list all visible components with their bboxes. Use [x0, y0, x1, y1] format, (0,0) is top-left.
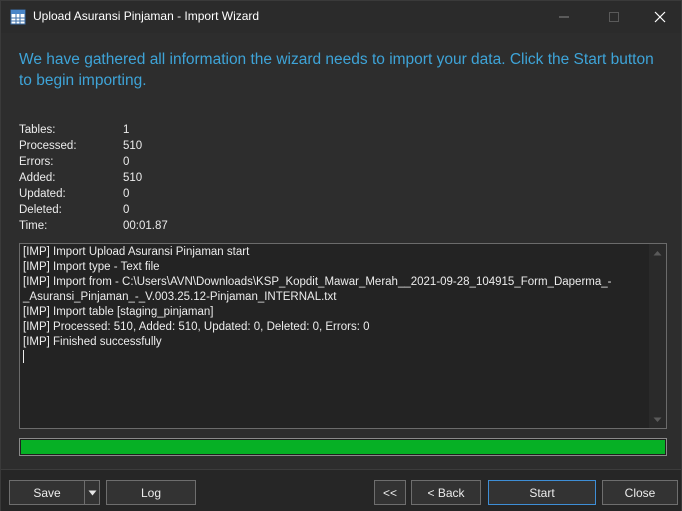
log-scrollbar[interactable] — [649, 244, 666, 428]
stat-errors: Errors: 0 — [19, 154, 319, 170]
stat-value: 0 — [123, 204, 130, 216]
text-caret-line — [23, 350, 648, 365]
log-line: [IMP] Import table [staging_pinjaman] — [23, 306, 214, 318]
stat-updated: Updated: 0 — [19, 186, 319, 202]
close-window-button[interactable] — [637, 1, 682, 33]
minimize-icon — [559, 16, 569, 18]
button-bar: Save Log << < Back Start Close — [1, 469, 681, 511]
save-dropdown-button[interactable] — [84, 480, 100, 505]
maximize-icon — [609, 12, 619, 22]
text-caret — [23, 350, 24, 364]
stat-value: 510 — [123, 172, 143, 184]
chevron-down-icon — [88, 490, 96, 495]
stat-time: Time: 00:01.87 — [19, 218, 319, 234]
stat-label: Tables: — [19, 124, 56, 136]
stat-processed: Processed: 510 — [19, 138, 319, 154]
stat-label: Updated: — [19, 188, 66, 200]
import-stats: Tables: 1 Processed: 510 Errors: 0 Added… — [19, 122, 319, 234]
close-icon — [654, 11, 666, 23]
log-button[interactable]: Log — [106, 480, 196, 505]
stat-label: Time: — [19, 220, 48, 232]
stat-label: Added: — [19, 172, 56, 184]
scroll-down-button[interactable] — [649, 411, 666, 428]
title-bar[interactable]: Upload Asuransi Pinjaman - Import Wizard — [1, 1, 681, 33]
back-button[interactable]: < Back — [411, 480, 481, 505]
chevron-down-icon — [653, 417, 662, 422]
stat-deleted: Deleted: 0 — [19, 202, 319, 218]
stat-value: 0 — [123, 188, 130, 200]
stat-value: 1 — [123, 124, 130, 136]
stat-value: 510 — [123, 140, 143, 152]
log-textarea[interactable]: [IMP] Import Upload Asuransi Pinjaman st… — [19, 243, 667, 429]
log-content: [IMP] Import Upload Asuransi Pinjaman st… — [23, 245, 648, 365]
log-line: [IMP] Import Upload Asuransi Pinjaman st… — [23, 246, 250, 258]
scroll-up-button[interactable] — [649, 244, 666, 261]
log-line: _Asuransi_Pinjaman_-_V.003.25.12-Pinjama… — [23, 291, 337, 303]
maximize-button[interactable] — [591, 1, 637, 33]
table-import-icon — [10, 9, 26, 25]
log-line: [IMP] Finished successfully — [23, 336, 162, 348]
stat-value: 00:01.87 — [123, 220, 168, 232]
first-page-button[interactable]: << — [374, 480, 406, 505]
stat-value: 0 — [123, 156, 130, 168]
window-title: Upload Asuransi Pinjaman - Import Wizard — [33, 9, 260, 23]
stat-label: Processed: — [19, 140, 77, 152]
stat-label: Deleted: — [19, 204, 62, 216]
log-line: [IMP] Import type - Text file — [23, 261, 160, 273]
wizard-instruction: We have gathered all information the wiz… — [19, 51, 654, 89]
close-button[interactable]: Close — [602, 480, 678, 505]
import-wizard-window: Upload Asuransi Pinjaman - Import Wizard… — [0, 0, 682, 511]
log-line: [IMP] Import from - C:\Users\AVN\Downloa… — [23, 276, 612, 288]
stat-tables: Tables: 1 — [19, 122, 319, 138]
log-line: [IMP] Processed: 510, Added: 510, Update… — [23, 321, 370, 333]
import-progress-bar — [19, 438, 667, 456]
progress-fill — [21, 440, 665, 454]
stat-added: Added: 510 — [19, 170, 319, 186]
stat-label: Errors: — [19, 156, 54, 168]
save-button[interactable]: Save — [9, 480, 85, 505]
minimize-button[interactable] — [541, 1, 587, 33]
chevron-up-icon — [653, 250, 662, 255]
start-button[interactable]: Start — [488, 480, 596, 505]
